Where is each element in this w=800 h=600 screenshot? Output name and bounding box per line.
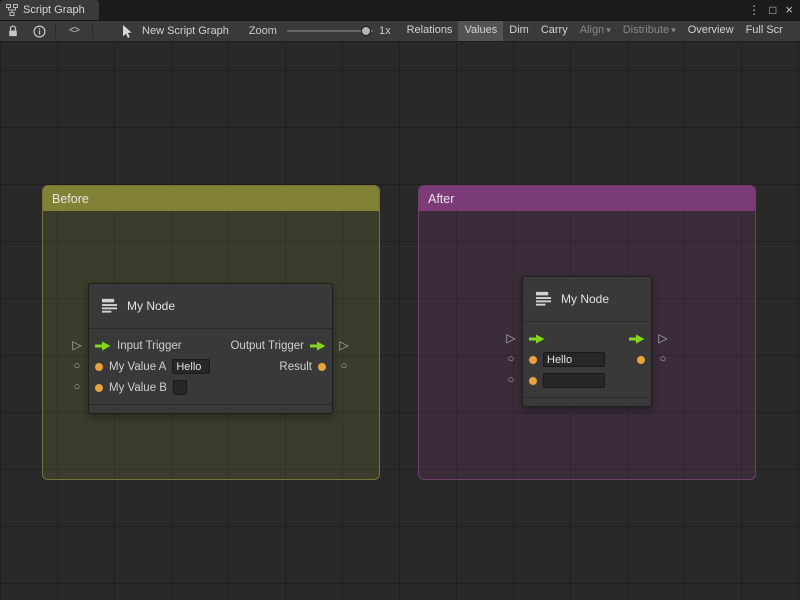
result-dot-icon[interactable] bbox=[318, 363, 326, 371]
trigger-row bbox=[523, 328, 651, 349]
window-maximize-button[interactable]: □ bbox=[769, 0, 776, 20]
group-before-header[interactable]: Before bbox=[43, 186, 379, 211]
lock-button[interactable] bbox=[4, 21, 22, 41]
result-port[interactable]: ○ bbox=[337, 359, 351, 373]
full-screen-button[interactable]: Full Scr bbox=[740, 20, 789, 42]
chevron-down-icon: ▾ bbox=[606, 25, 611, 35]
value-b-dot-icon[interactable] bbox=[529, 377, 537, 385]
lock-icon bbox=[7, 25, 19, 38]
group-before-title: Before bbox=[52, 192, 89, 206]
graph-pointer-icon bbox=[118, 21, 136, 41]
value-a-label: My Value A bbox=[109, 361, 166, 373]
window-menu-button[interactable]: ⋮ bbox=[748, 0, 760, 20]
script-graph-window: Script Graph ⋮ □ × <> bbox=[0, 0, 800, 600]
node-body bbox=[523, 322, 651, 397]
values-button[interactable]: Values bbox=[458, 20, 503, 42]
node-footer bbox=[89, 404, 332, 413]
zoom-slider-handle[interactable] bbox=[361, 26, 371, 36]
output-trigger-port[interactable]: ▷ bbox=[656, 331, 670, 345]
value-a-row: My Value A Result bbox=[89, 356, 332, 377]
result-label: Result bbox=[279, 361, 312, 373]
window-close-button[interactable]: × bbox=[785, 0, 793, 20]
value-a-dot-icon[interactable] bbox=[95, 363, 103, 371]
value-a-input[interactable] bbox=[543, 352, 605, 367]
value-a-port[interactable]: ○ bbox=[504, 352, 518, 366]
result-port[interactable]: ○ bbox=[656, 352, 670, 366]
info-icon bbox=[33, 25, 46, 38]
chevron-down-icon: ▾ bbox=[671, 25, 676, 35]
node-title: My Node bbox=[127, 299, 175, 313]
inspect-button[interactable] bbox=[30, 21, 48, 41]
graph-title-label[interactable]: New Script Graph bbox=[142, 25, 229, 37]
node-header[interactable]: My Node bbox=[89, 284, 332, 329]
value-b-row bbox=[523, 370, 651, 391]
overview-button[interactable]: Overview bbox=[682, 20, 740, 42]
window-controls: ⋮ □ × bbox=[748, 0, 800, 20]
value-b-port[interactable]: ○ bbox=[504, 373, 518, 387]
relations-button[interactable]: Relations bbox=[401, 20, 459, 42]
value-b-label: My Value B bbox=[109, 382, 167, 394]
flow-in-arrow-icon[interactable] bbox=[529, 334, 545, 344]
flow-out-arrow-icon[interactable] bbox=[629, 334, 645, 344]
value-a-row bbox=[523, 349, 651, 370]
input-trigger-port[interactable]: ▷ bbox=[70, 338, 84, 352]
node-my-node-after[interactable]: ▷ ○ ○ ▷ ○ My Node bbox=[522, 276, 652, 407]
output-trigger-port[interactable]: ▷ bbox=[337, 338, 351, 352]
tab-title: Script Graph bbox=[23, 4, 85, 16]
flow-in-arrow-icon[interactable] bbox=[95, 341, 111, 351]
value-a-input[interactable] bbox=[172, 359, 210, 374]
graph-canvas[interactable]: Before After ▷ ○ ○ ▷ ○ My Node bbox=[0, 43, 800, 600]
node-title: My Node bbox=[561, 292, 609, 306]
graph-toolbar: <> New Script Graph Zoom 1x Relations Va… bbox=[0, 20, 800, 42]
tab-script-graph[interactable]: Script Graph bbox=[0, 0, 99, 20]
zoom-value: 1x bbox=[379, 25, 391, 37]
zoom-label: Zoom bbox=[249, 25, 277, 37]
value-b-input[interactable] bbox=[543, 373, 605, 388]
group-after-title: After bbox=[428, 192, 454, 206]
toolbar-divider bbox=[92, 24, 93, 38]
value-a-port[interactable]: ○ bbox=[70, 359, 84, 373]
code-view-button[interactable]: <> bbox=[69, 26, 79, 37]
input-trigger-label: Input Trigger bbox=[117, 340, 182, 352]
input-trigger-port[interactable]: ▷ bbox=[504, 331, 518, 345]
align-dropdown[interactable]: Align▾ bbox=[574, 20, 617, 42]
result-dot-icon[interactable] bbox=[637, 356, 645, 364]
flow-out-arrow-icon[interactable] bbox=[310, 341, 326, 351]
trigger-row: Input Trigger Output Trigger bbox=[89, 335, 332, 356]
value-b-port[interactable]: ○ bbox=[70, 380, 84, 394]
node-my-node-before[interactable]: ▷ ○ ○ ▷ ○ My Node bbox=[88, 283, 333, 414]
group-after-header[interactable]: After bbox=[419, 186, 755, 211]
distribute-dropdown[interactable]: Distribute▾ bbox=[617, 20, 682, 42]
output-trigger-label: Output Trigger bbox=[230, 340, 304, 352]
dim-button[interactable]: Dim bbox=[503, 20, 535, 42]
graph-icon bbox=[6, 4, 18, 16]
node-icon bbox=[535, 291, 552, 307]
toolbar-divider bbox=[55, 24, 56, 38]
value-b-row: My Value B bbox=[89, 377, 332, 398]
node-body: Input Trigger Output Trigger My Value A bbox=[89, 329, 332, 404]
carry-button[interactable]: Carry bbox=[535, 20, 574, 42]
zoom-slider[interactable] bbox=[287, 21, 373, 41]
tab-bar: Script Graph ⋮ □ × bbox=[0, 0, 800, 20]
node-header[interactable]: My Node bbox=[523, 277, 651, 322]
node-footer bbox=[523, 397, 651, 406]
value-b-dot-icon[interactable] bbox=[95, 384, 103, 392]
value-a-dot-icon[interactable] bbox=[529, 356, 537, 364]
value-b-input[interactable] bbox=[173, 380, 187, 395]
node-icon bbox=[101, 298, 118, 314]
